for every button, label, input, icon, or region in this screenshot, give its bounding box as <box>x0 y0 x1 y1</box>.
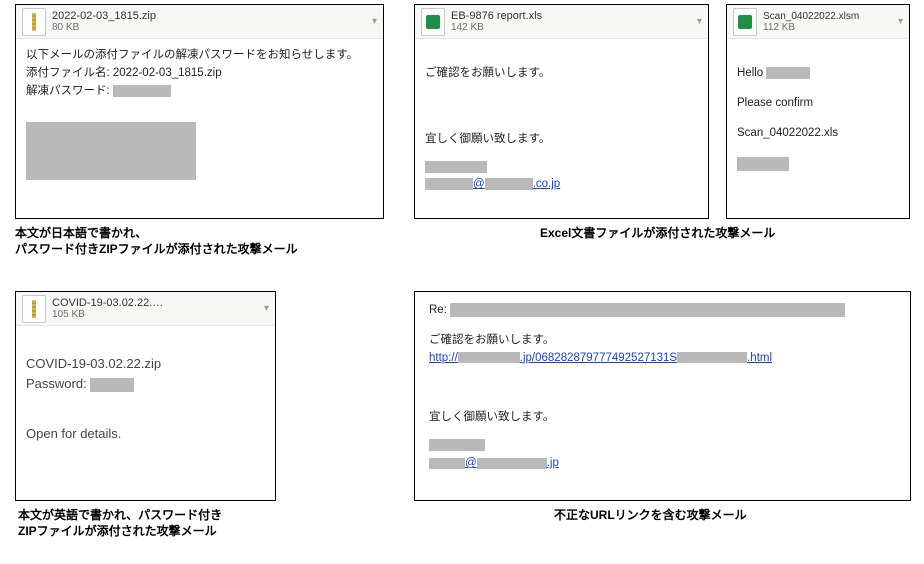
attachment-size: 112 KB <box>763 22 859 33</box>
attachment-size: 80 KB <box>52 22 156 33</box>
email-panel-xls-1: EB-9876 report.xls 142 KB ▾ ご確認をお願いします。 … <box>414 4 709 219</box>
redacted-text <box>450 303 845 317</box>
zip-icon <box>22 295 46 323</box>
body-line: Scan_04022022.xls <box>737 125 899 143</box>
redacted-text <box>90 378 134 392</box>
email-body: COVID-19-03.02.22.zip Password: Open for… <box>16 326 275 454</box>
caption-excel: Excel文書ファイルが添付された攻撃メール <box>540 225 775 241</box>
body-line: Please confirm <box>737 95 899 113</box>
body-line: ご確認をお願いします。 <box>425 65 698 83</box>
redacted-text <box>766 67 810 79</box>
phishing-url-link[interactable]: http://.jp/068282879777492527131S.html <box>429 350 896 368</box>
attachment-size: 142 KB <box>451 22 542 33</box>
email-link[interactable]: @.jp <box>429 457 559 469</box>
caption-zip-jp: 本文が日本語で書かれ、 パスワード付きZIPファイルが添付された攻撃メール <box>15 225 335 257</box>
body-line: Password: <box>26 374 265 394</box>
chevron-down-icon[interactable]: ▾ <box>697 16 702 27</box>
redacted-text <box>113 85 171 97</box>
redacted-text <box>737 157 789 171</box>
signature: @.jp <box>429 437 896 473</box>
body-line: 解凍パスワード: <box>26 83 373 101</box>
body-line: Hello <box>737 65 899 83</box>
body-line: 以下メールの添付ファイルの解凍パスワードをお知らせします。 <box>26 47 373 65</box>
caption-zip-en: 本文が英語で書かれ、パスワード付き ZIPファイルが添付された攻撃メール <box>18 507 278 539</box>
attachment-meta: 2022-02-03_1815.zip 80 KB <box>52 10 156 33</box>
body-line: 宜しく御願い致します。 <box>429 409 896 427</box>
caption-url: 不正なURLリンクを含む攻撃メール <box>554 507 747 523</box>
email-panel-xlsm: Scan_04022022.xlsm 112 KB ▾ Hello Please… <box>726 4 910 219</box>
email-body: ご確認をお願いします。 宜しく御願い致します。 @.co.jp <box>415 39 708 204</box>
redacted-text <box>429 439 485 451</box>
body-line: Open for details. <box>26 424 265 444</box>
xls-icon <box>421 8 445 36</box>
chevron-down-icon[interactable]: ▾ <box>264 303 269 314</box>
email-panel-url: Re: ご確認をお願いします。 http://.jp/0682828797774… <box>414 291 911 501</box>
signature: @.co.jp <box>425 159 698 195</box>
zip-icon <box>22 8 46 36</box>
email-link[interactable]: @.co.jp <box>425 178 560 190</box>
attachment-name: COVID-19-03.02.22.… <box>52 297 163 309</box>
chevron-down-icon[interactable]: ▾ <box>898 16 903 27</box>
chevron-down-icon[interactable]: ▾ <box>372 16 377 27</box>
attachment-meta: EB-9876 report.xls 142 KB <box>451 10 542 33</box>
subject-line: Re: <box>429 302 896 320</box>
attachment-bar[interactable]: EB-9876 report.xls 142 KB ▾ <box>415 5 708 39</box>
attachment-name: 2022-02-03_1815.zip <box>52 10 156 22</box>
email-body: Re: ご確認をお願いします。 http://.jp/0682828797774… <box>415 292 910 483</box>
email-panel-zip-jp: 2022-02-03_1815.zip 80 KB ▾ 以下メールの添付ファイル… <box>15 4 384 219</box>
email-body: Hello Please confirm Scan_04022022.xls <box>727 39 909 184</box>
body-line: 添付ファイル名: 2022-02-03_1815.zip <box>26 65 373 83</box>
redacted-block <box>26 122 196 180</box>
attachment-meta: COVID-19-03.02.22.… 105 KB <box>52 297 163 320</box>
attachment-size: 105 KB <box>52 309 163 320</box>
email-panel-zip-en: COVID-19-03.02.22.… 105 KB ▾ COVID-19-03… <box>15 291 276 501</box>
body-line: ご確認をお願いします。 <box>429 332 896 350</box>
attachment-bar[interactable]: 2022-02-03_1815.zip 80 KB ▾ <box>16 5 383 39</box>
attachment-bar[interactable]: COVID-19-03.02.22.… 105 KB ▾ <box>16 292 275 326</box>
attachment-meta: Scan_04022022.xlsm 112 KB <box>763 11 859 33</box>
email-body: 以下メールの添付ファイルの解凍パスワードをお知らせします。 添付ファイル名: 2… <box>16 39 383 190</box>
attachment-bar[interactable]: Scan_04022022.xlsm 112 KB ▾ <box>727 5 909 39</box>
attachment-name: Scan_04022022.xlsm <box>763 11 859 22</box>
xls-icon <box>733 8 757 36</box>
redacted-text <box>425 161 487 173</box>
attachment-name: EB-9876 report.xls <box>451 10 542 22</box>
body-line: COVID-19-03.02.22.zip <box>26 354 265 374</box>
body-line: 宜しく御願い致します。 <box>425 131 698 149</box>
